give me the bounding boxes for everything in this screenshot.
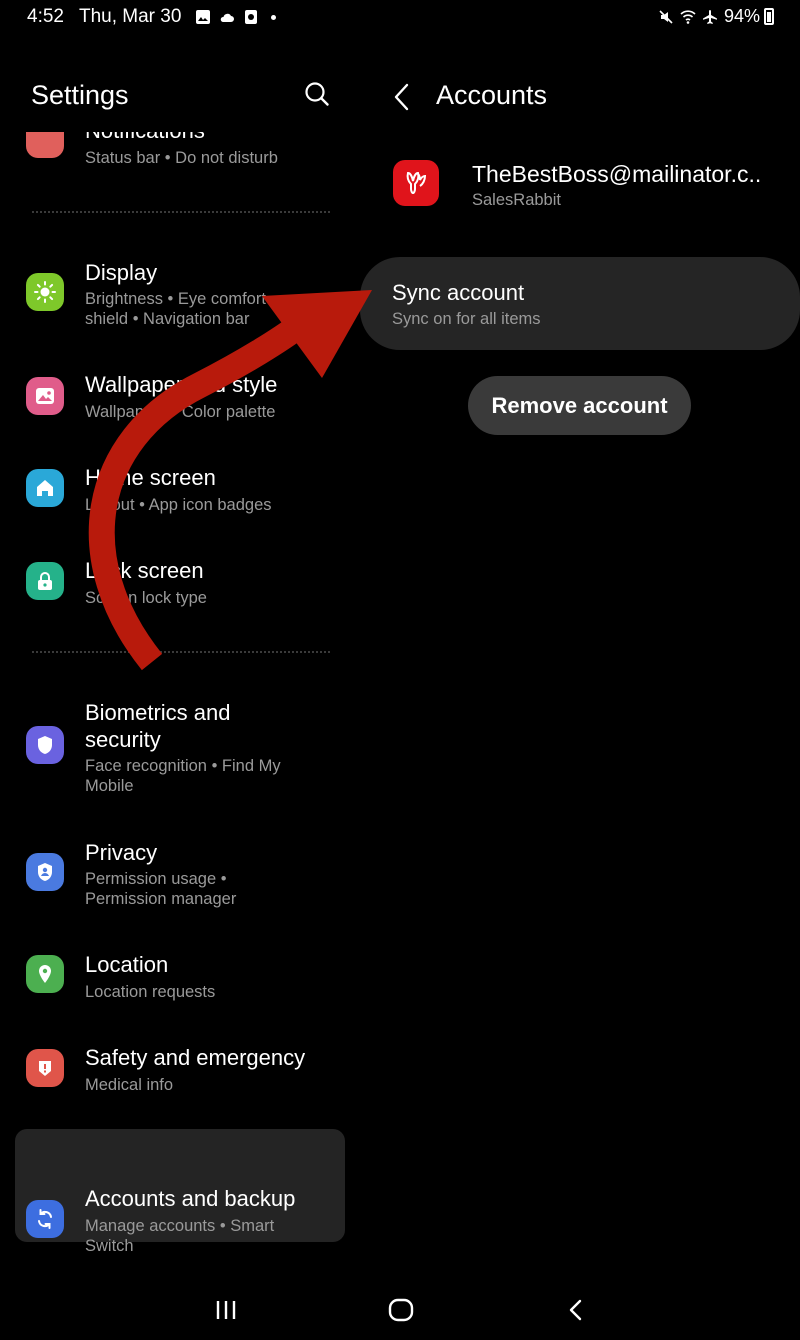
- settings-item-title: Wallpaper and style: [85, 372, 278, 397]
- gallery-notification-icon: [196, 10, 211, 24]
- navigation-bar: [0, 1275, 800, 1340]
- back-arrow-icon[interactable]: [390, 80, 416, 114]
- privacy-icon: [26, 853, 64, 891]
- settings-item-wallpaper[interactable]: Wallpaper and style Wallpapers • Color p…: [0, 360, 360, 430]
- battery-percent: 94%: [723, 6, 760, 26]
- settings-item-subtitle: Wallpapers • Color palette: [85, 403, 276, 421]
- remove-account-button[interactable]: Remove account: [468, 376, 691, 435]
- more-notifications-icon: [271, 14, 277, 20]
- alert-icon: [26, 1049, 64, 1087]
- sync-account-subtitle: Sync on for all items: [392, 310, 541, 328]
- settings-item-title: Location: [85, 952, 169, 977]
- settings-item-location[interactable]: Location Location requests: [0, 940, 360, 1010]
- settings-item-subtitle: Layout • App icon badges: [85, 496, 272, 514]
- settings-item-lock-screen[interactable]: Lock screen Screen lock type: [0, 546, 360, 616]
- shield-icon: [26, 726, 64, 764]
- settings-item-title: Home screen: [85, 465, 216, 490]
- lock-icon: [26, 562, 64, 600]
- settings-item-subtitle: Permission usage • Permission manager: [85, 870, 237, 908]
- mute-icon: [659, 9, 673, 24]
- home-button-icon[interactable]: [381, 1295, 421, 1325]
- recent-apps-icon[interactable]: [206, 1295, 246, 1325]
- settings-title: Settings: [31, 80, 129, 110]
- section-divider: [32, 211, 330, 213]
- settings-item-subtitle: Manage accounts • Smart Switch: [85, 1217, 275, 1255]
- salesrabbit-logo-icon: [393, 160, 439, 206]
- settings-item-title: Display: [85, 260, 158, 285]
- status-time: 4:52: [27, 6, 64, 27]
- app-notification-icon: [245, 10, 258, 24]
- section-divider: [32, 651, 330, 653]
- wifi-icon: [680, 9, 696, 24]
- settings-item-title: Safety and emergency: [85, 1045, 306, 1070]
- settings-item-title: Lock screen: [85, 558, 204, 583]
- image-icon: [26, 377, 64, 415]
- settings-item-privacy[interactable]: Privacy Permission usage • Permission ma…: [0, 828, 360, 918]
- settings-item-subtitle: Screen lock type: [85, 589, 207, 607]
- sun-icon: [26, 273, 64, 311]
- search-icon[interactable]: [301, 79, 333, 111]
- home-icon: [26, 469, 64, 507]
- settings-item-subtitle: Face recognition • Find My Mobile: [85, 757, 281, 795]
- settings-item-accounts-backup[interactable]: Accounts and backup Manage accounts • Sm…: [0, 1175, 360, 1265]
- settings-item-title: Biometrics and security: [85, 700, 231, 752]
- settings-item-biometrics[interactable]: Biometrics and security Face recognition…: [0, 688, 360, 798]
- settings-item-home-screen[interactable]: Home screen Layout • App icon badges: [0, 453, 360, 523]
- battery-icon: [764, 8, 774, 25]
- status-date: Thu, Mar 30: [78, 6, 182, 27]
- sync-account-title: Sync account: [392, 280, 525, 305]
- settings-item-display[interactable]: Display Brightness • Eye comfort shield …: [0, 250, 360, 340]
- account-email: TheBestBoss@mailinator.c..: [472, 161, 762, 187]
- account-app-name: SalesRabbit: [472, 191, 561, 209]
- location-pin-icon: [26, 955, 64, 993]
- cloud-notification-icon: [221, 13, 235, 22]
- sync-icon: [26, 1200, 64, 1238]
- settings-item-subtitle: Medical info: [85, 1076, 174, 1094]
- airplane-mode-icon: [702, 9, 717, 24]
- settings-item-subtitle: Brightness • Eye comfort shield • Naviga…: [85, 290, 266, 328]
- back-nav-icon[interactable]: [556, 1295, 596, 1325]
- accounts-title: Accounts: [436, 80, 548, 110]
- status-bar: 4:52 Thu, Mar 30 94%: [0, 0, 800, 34]
- settings-item-safety[interactable]: Safety and emergency Medical info: [0, 1033, 360, 1103]
- settings-item-title: Privacy: [85, 840, 158, 865]
- settings-item-title: Accounts and backup: [85, 1186, 296, 1211]
- settings-item-subtitle: Status bar • Do not disturb: [85, 149, 278, 167]
- settings-item-subtitle: Location requests: [85, 983, 216, 1001]
